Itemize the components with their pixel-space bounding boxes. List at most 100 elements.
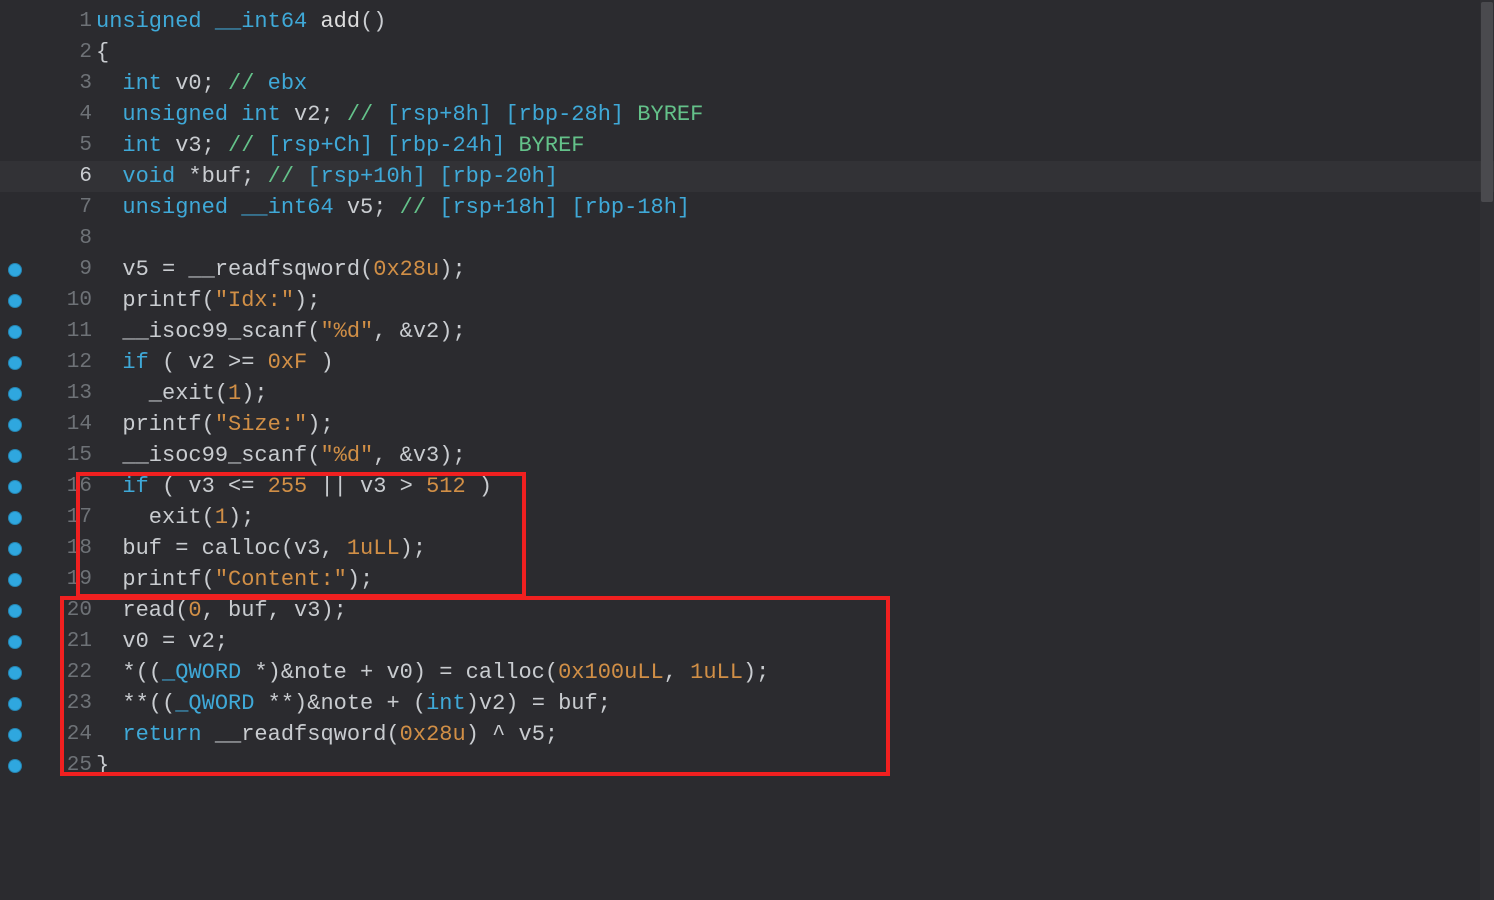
code-content[interactable]: unsigned __int64 v5; // [rsp+18h] [rbp-1… bbox=[96, 192, 690, 223]
breakpoint-icon[interactable] bbox=[8, 356, 22, 370]
code-line[interactable]: 4 unsigned int v2; // [rsp+8h] [rbp-28h]… bbox=[0, 99, 1494, 130]
code-line[interactable]: 7 unsigned __int64 v5; // [rsp+18h] [rbp… bbox=[0, 192, 1494, 223]
breakpoint-gutter[interactable] bbox=[0, 573, 30, 587]
code-content[interactable]: unsigned int v2; // [rsp+8h] [rbp-28h] B… bbox=[96, 99, 703, 130]
token: *(( bbox=[96, 660, 162, 685]
code-line[interactable]: 3 int v0; // ebx bbox=[0, 68, 1494, 99]
code-content[interactable]: _exit(1); bbox=[96, 378, 268, 409]
token: printf( bbox=[96, 288, 215, 313]
token: ) bbox=[307, 350, 333, 375]
code-line[interactable]: 6 void *buf; // [rsp+10h] [rbp-20h] bbox=[0, 161, 1494, 192]
breakpoint-gutter[interactable] bbox=[0, 325, 30, 339]
breakpoint-icon[interactable] bbox=[8, 666, 22, 680]
vertical-scrollbar[interactable] bbox=[1480, 0, 1494, 900]
code-content[interactable]: if ( v2 >= 0xF ) bbox=[96, 347, 334, 378]
breakpoint-icon[interactable] bbox=[8, 604, 22, 618]
line-number: 21 bbox=[30, 626, 96, 657]
breakpoint-gutter[interactable] bbox=[0, 697, 30, 711]
decompiler-view[interactable]: 1unsigned __int64 add()2{3 int v0; // eb… bbox=[0, 0, 1494, 781]
breakpoint-gutter[interactable] bbox=[0, 604, 30, 618]
code-line[interactable]: 12 if ( v2 >= 0xF ) bbox=[0, 347, 1494, 378]
code-content[interactable]: return __readfsqword(0x28u) ^ v5; bbox=[96, 719, 558, 750]
breakpoint-gutter[interactable] bbox=[0, 511, 30, 525]
breakpoint-gutter[interactable] bbox=[0, 356, 30, 370]
code-line[interactable]: 19 printf("Content:"); bbox=[0, 564, 1494, 595]
code-line[interactable]: 15 __isoc99_scanf("%d", &v3); bbox=[0, 440, 1494, 471]
code-content[interactable]: __isoc99_scanf("%d", &v3); bbox=[96, 440, 466, 471]
token: ); bbox=[228, 505, 254, 530]
breakpoint-icon[interactable] bbox=[8, 387, 22, 401]
breakpoint-gutter[interactable] bbox=[0, 480, 30, 494]
code-line[interactable]: 8 bbox=[0, 223, 1494, 254]
code-line[interactable]: 9 v5 = __readfsqword(0x28u); bbox=[0, 254, 1494, 285]
code-line[interactable]: 25} bbox=[0, 750, 1494, 781]
code-line[interactable]: 2{ bbox=[0, 37, 1494, 68]
breakpoint-icon[interactable] bbox=[8, 542, 22, 556]
token: } bbox=[96, 753, 109, 778]
breakpoint-gutter[interactable] bbox=[0, 449, 30, 463]
breakpoint-icon[interactable] bbox=[8, 480, 22, 494]
code-content[interactable]: **((_QWORD **)&note + (int)v2) = buf; bbox=[96, 688, 611, 719]
breakpoint-gutter[interactable] bbox=[0, 728, 30, 742]
breakpoint-gutter[interactable] bbox=[0, 418, 30, 432]
breakpoint-icon[interactable] bbox=[8, 573, 22, 587]
breakpoint-gutter[interactable] bbox=[0, 666, 30, 680]
code-line[interactable]: 10 printf("Idx:"); bbox=[0, 285, 1494, 316]
code-line[interactable]: 1unsigned __int64 add() bbox=[0, 6, 1494, 37]
code-line[interactable]: 20 read(0, buf, v3); bbox=[0, 595, 1494, 626]
code-line[interactable]: 18 buf = calloc(v3, 1uLL); bbox=[0, 533, 1494, 564]
code-line[interactable]: 5 int v3; // [rsp+Ch] [rbp-24h] BYREF bbox=[0, 130, 1494, 161]
token: *buf; bbox=[175, 164, 267, 189]
code-line[interactable]: 11 __isoc99_scanf("%d", &v2); bbox=[0, 316, 1494, 347]
scrollbar-thumb[interactable] bbox=[1481, 2, 1493, 202]
breakpoint-gutter[interactable] bbox=[0, 759, 30, 773]
breakpoint-gutter[interactable] bbox=[0, 294, 30, 308]
breakpoint-gutter[interactable] bbox=[0, 542, 30, 556]
breakpoint-icon[interactable] bbox=[8, 418, 22, 432]
code-content[interactable]: read(0, buf, v3); bbox=[96, 595, 347, 626]
code-content[interactable]: printf("Content:"); bbox=[96, 564, 373, 595]
code-content[interactable]: } bbox=[96, 750, 109, 781]
line-number: 23 bbox=[30, 688, 96, 719]
breakpoint-icon[interactable] bbox=[8, 263, 22, 277]
token: [rsp+10h] [rbp-20h] bbox=[307, 164, 558, 189]
code-content[interactable]: v0 = v2; bbox=[96, 626, 228, 657]
token: 0 bbox=[188, 598, 201, 623]
code-content[interactable]: exit(1); bbox=[96, 502, 254, 533]
code-content[interactable]: void *buf; // [rsp+10h] [rbp-20h] bbox=[96, 161, 558, 192]
code-line[interactable]: 23 **((_QWORD **)&note + (int)v2) = buf; bbox=[0, 688, 1494, 719]
breakpoint-icon[interactable] bbox=[8, 449, 22, 463]
code-line[interactable]: 22 *((_QWORD *)&note + v0) = calloc(0x10… bbox=[0, 657, 1494, 688]
breakpoint-gutter[interactable] bbox=[0, 387, 30, 401]
code-content[interactable]: printf("Idx:"); bbox=[96, 285, 320, 316]
code-content[interactable]: int v3; // [rsp+Ch] [rbp-24h] BYREF bbox=[96, 130, 585, 161]
breakpoint-icon[interactable] bbox=[8, 728, 22, 742]
code-content[interactable]: unsigned __int64 add() bbox=[96, 6, 386, 37]
breakpoint-icon[interactable] bbox=[8, 511, 22, 525]
breakpoint-icon[interactable] bbox=[8, 759, 22, 773]
code-content[interactable]: int v0; // ebx bbox=[96, 68, 307, 99]
code-line[interactable]: 21 v0 = v2; bbox=[0, 626, 1494, 657]
code-content[interactable]: buf = calloc(v3, 1uLL); bbox=[96, 533, 426, 564]
token: [rsp+8h] [rbp-28h] bbox=[386, 102, 624, 127]
code-line[interactable]: 16 if ( v3 <= 255 || v3 > 512 ) bbox=[0, 471, 1494, 502]
token: add bbox=[320, 9, 360, 34]
breakpoint-gutter[interactable] bbox=[0, 263, 30, 277]
token: , bbox=[664, 660, 690, 685]
code-content[interactable]: { bbox=[96, 37, 109, 68]
code-line[interactable]: 24 return __readfsqword(0x28u) ^ v5; bbox=[0, 719, 1494, 750]
code-content[interactable]: v5 = __readfsqword(0x28u); bbox=[96, 254, 466, 285]
breakpoint-gutter[interactable] bbox=[0, 635, 30, 649]
token: 0x28u bbox=[400, 722, 466, 747]
breakpoint-icon[interactable] bbox=[8, 697, 22, 711]
breakpoint-icon[interactable] bbox=[8, 635, 22, 649]
breakpoint-icon[interactable] bbox=[8, 325, 22, 339]
code-content[interactable]: if ( v3 <= 255 || v3 > 512 ) bbox=[96, 471, 492, 502]
code-line[interactable]: 17 exit(1); bbox=[0, 502, 1494, 533]
code-content[interactable]: *((_QWORD *)&note + v0) = calloc(0x100uL… bbox=[96, 657, 769, 688]
breakpoint-icon[interactable] bbox=[8, 294, 22, 308]
code-line[interactable]: 14 printf("Size:"); bbox=[0, 409, 1494, 440]
code-line[interactable]: 13 _exit(1); bbox=[0, 378, 1494, 409]
code-content[interactable]: printf("Size:"); bbox=[96, 409, 334, 440]
code-content[interactable]: __isoc99_scanf("%d", &v2); bbox=[96, 316, 466, 347]
